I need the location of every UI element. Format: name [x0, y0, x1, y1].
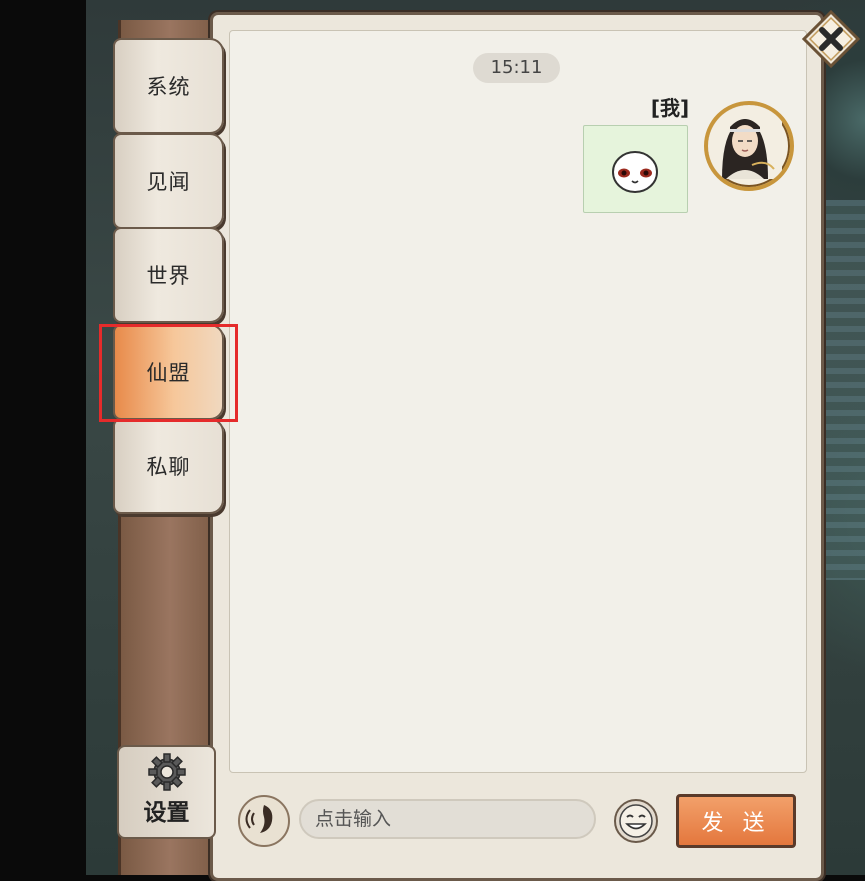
message-bubble[interactable]	[583, 125, 688, 213]
tab-label: 世界	[146, 264, 191, 288]
tab-world[interactable]: 世界	[113, 227, 224, 323]
chat-input[interactable]: 点击输入	[299, 799, 596, 839]
avatar-portrait-icon	[708, 105, 782, 179]
voice-icon	[245, 805, 273, 833]
close-icon[interactable]	[802, 10, 860, 68]
send-button[interactable]: 发 送	[676, 794, 796, 848]
message-timestamp: 15:11	[473, 53, 560, 83]
voice-button[interactable]	[238, 795, 290, 847]
settings-button[interactable]: 设置	[117, 745, 216, 839]
gear-icon	[148, 753, 186, 791]
tab-news[interactable]: 见闻	[113, 133, 224, 229]
tab-label: 系统	[146, 75, 191, 99]
user-avatar[interactable]	[704, 101, 794, 191]
tab-label: 私聊	[146, 455, 191, 479]
sticker-face-icon	[612, 151, 658, 193]
sender-name: [我]	[650, 96, 690, 120]
tab-private-chat[interactable]: 私聊	[113, 418, 224, 514]
background-decoration	[820, 200, 865, 580]
tab-system[interactable]: 系统	[113, 38, 224, 134]
settings-label: 设置	[143, 800, 190, 826]
highlight-box	[99, 324, 238, 422]
tab-label: 见闻	[146, 170, 191, 194]
emoji-icon[interactable]	[612, 797, 660, 845]
